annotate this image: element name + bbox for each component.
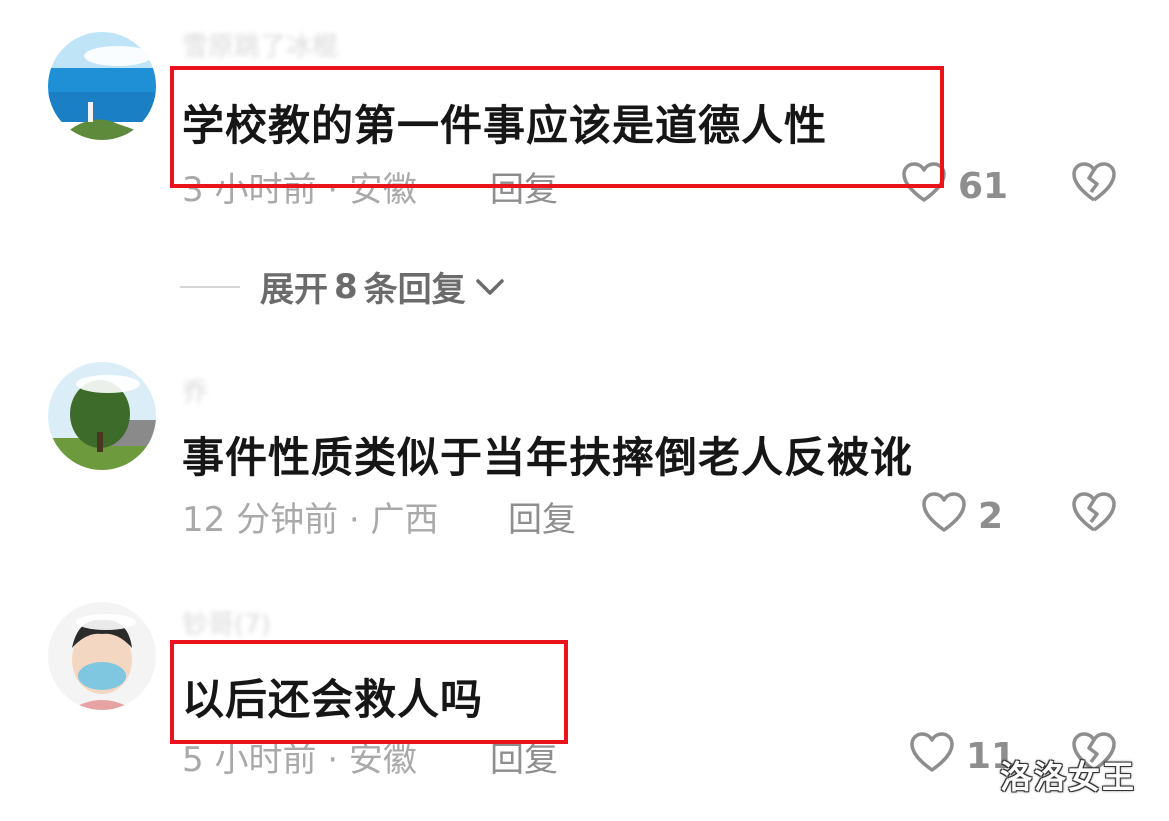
avatar[interactable] (48, 362, 156, 470)
comment-text: 事件性质类似于当年扶摔倒老人反被讹 (182, 433, 914, 482)
dislike-button[interactable] (1070, 490, 1118, 534)
username[interactable]: 乔 (182, 372, 208, 409)
heart-outline-icon (908, 730, 966, 783)
username[interactable]: 雪原跳了冰棍 (182, 26, 338, 63)
expand-suffix: 条回复 (363, 270, 466, 310)
heart-outline-icon (920, 490, 978, 543)
expand-replies-button[interactable]: 展开 8 条回复 (180, 262, 506, 311)
dislike-button[interactable] (1070, 160, 1118, 204)
chevron-down-icon (466, 267, 506, 307)
reply-count: 8 (334, 266, 358, 307)
comment-meta: 12 分钟前 · 广西 (182, 500, 439, 540)
avatar[interactable] (48, 602, 156, 710)
like-count: 2 (978, 496, 1004, 537)
highlight-box (170, 66, 944, 188)
divider (180, 285, 240, 288)
like-count: 61 (958, 166, 1009, 207)
broken-heart-icon (1070, 492, 1118, 538)
like-button[interactable]: 2 (920, 490, 1003, 543)
avatar[interactable] (48, 32, 156, 140)
username[interactable]: 钞哥(7) (182, 604, 271, 641)
expand-prefix: 展开 (260, 270, 328, 310)
highlight-box (170, 640, 568, 744)
reply-button[interactable]: 回复 (508, 492, 576, 541)
broken-heart-icon (1070, 162, 1118, 208)
watermark: 洛洛女王 (1000, 758, 1137, 796)
